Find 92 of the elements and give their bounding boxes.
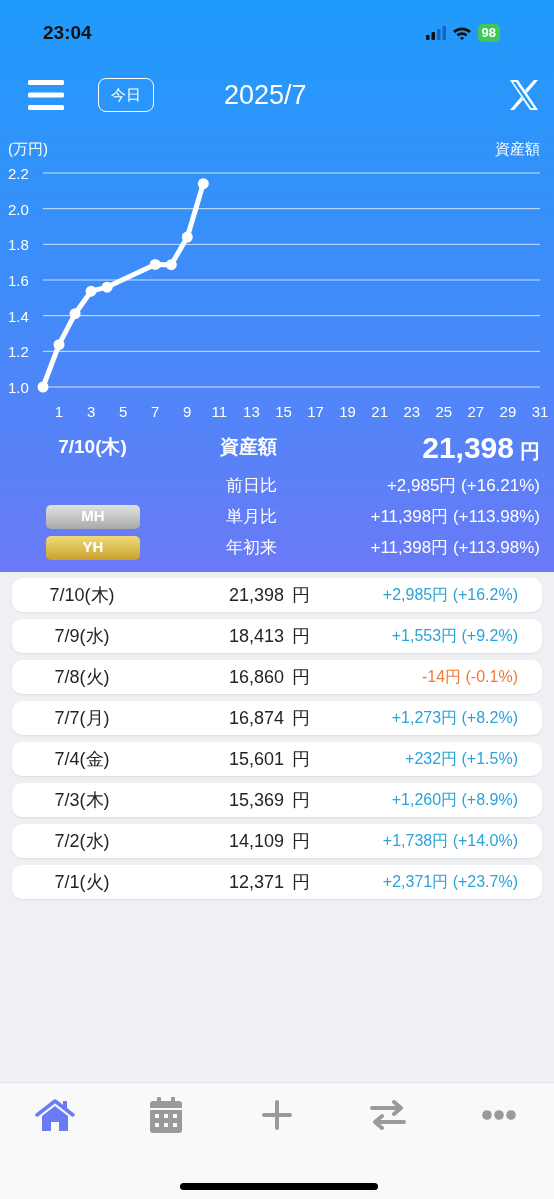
home-icon [35,1099,76,1131]
row-change: +2,985円 (+16.2%) [382,586,518,603]
more-icon [481,1110,516,1120]
comparison-value: +11,398円 (+113.98%) [369,505,540,528]
comparison-label: 単月比 [225,506,277,528]
row-date: 7/8(火) [53,665,111,689]
history-row[interactable]: 7/2(水) 14,109 円 +1,738円 (+14.0%) [12,824,542,858]
history-row[interactable]: 7/4(金) 15,601 円 +232円 (+1.5%) [12,742,542,776]
row-change: +1,260円 (+8.9%) [391,791,518,808]
data-point [197,178,209,190]
comparison-label: 年初来 [225,537,277,559]
x-tick-label: 15 [275,403,292,420]
y-tick-label: 1.6 [8,272,29,289]
unit-label: (万円) [8,139,48,159]
y-tick-label: 2.2 [8,165,29,182]
x-tick-label: 27 [467,403,485,420]
x-tick-label: 9 [183,403,192,420]
x-tick-label: 13 [243,403,260,420]
history-row[interactable]: 7/10(木) 21,398 円 +2,985円 (+16.2%) [12,578,542,612]
history-row[interactable]: 7/3(木) 15,369 円 +1,260円 (+8.9%) [12,783,542,817]
currency-unit: 円 [292,625,310,646]
x-tick-label: 17 [307,403,324,420]
plus-icon [262,1100,292,1130]
y-tick-label: 1.4 [8,307,29,325]
row-change: +1,738円 (+14.0%) [382,832,518,849]
row-amount: 18,413 [228,625,284,646]
row-date: 7/4(金) [53,747,111,771]
x-logo-button[interactable] [508,80,540,110]
x-tick-label: 21 [371,403,388,420]
row-change: +1,273円 (+8.2%) [391,709,518,726]
currency-unit: 円 [520,440,540,462]
x-tick-label: 5 [119,403,128,420]
row-amount: 16,874 [228,707,284,728]
row-date: 7/2(水) [53,829,111,853]
x-tick-label: 3 [86,403,96,420]
x-tick-label: 1 [54,403,64,420]
row-amount: 21,398 [228,584,284,605]
month-title: 2025/7 [224,78,308,112]
row-change: +2,371円 (+23.7%) [382,873,518,890]
menu-button[interactable] [28,80,64,110]
x-tick-label: 7 [151,403,160,420]
currency-unit: 円 [292,584,310,605]
row-amount: 16,860 [228,666,284,687]
asset-amount: 21,398 [422,431,514,464]
comparison-value: +2,985円 (+16.21%) [385,474,540,497]
currency-unit: 円 [292,707,310,728]
row-date: 7/3(木) [53,788,111,812]
row-change: -14円 (-0.1%) [421,668,518,685]
status-time: 23:04 [43,20,92,45]
data-point [149,259,161,270]
x-tick-label: 29 [499,403,517,420]
comparison-value: +11,398円 (+113.98%) [369,536,540,559]
currency-unit: 円 [292,789,310,810]
x-tick-label: 19 [339,403,356,420]
row-date: 7/1(火) [53,870,111,894]
row-amount: 15,601 [228,748,284,769]
y-tick-label: 1.8 [8,236,29,254]
wifi-icon [451,26,472,40]
x-tick-label: 31 [531,403,549,420]
history-row[interactable]: 7/8(火) 16,860 円 -14円 (-0.1%) [12,660,542,694]
row-date: 7/9(水) [53,624,111,648]
arrows-icon [369,1100,406,1130]
date-label: 7/10(木) [57,435,128,460]
history-row[interactable]: 7/7(月) 16,874 円 +1,273円 (+8.2%) [12,701,542,735]
row-amount: 14,109 [228,830,284,851]
row-change: +232円 (+1.5%) [405,750,518,767]
calendar-icon [150,1097,183,1133]
y-tick-label: 1.0 [8,379,29,396]
row-date: 7/10(木) [48,583,116,607]
data-point [165,259,177,271]
currency-unit: 円 [292,830,310,851]
x-tick-label: 11 [211,403,228,420]
x-tick-label: 25 [435,403,453,420]
currency-unit: 円 [292,871,310,892]
history-row[interactable]: 7/1(火) 12,371 円 +2,371円 (+23.7%) [12,865,542,899]
currency-unit: 円 [292,748,310,769]
history-row[interactable]: 7/9(水) 18,413 円 +1,553円 (+9.2%) [12,619,542,653]
row-amount: 12,371 [228,871,284,892]
battery-level: 98 [477,24,500,42]
y-tick-label: 2.0 [8,200,29,218]
row-change: +1,553円 (+9.2%) [391,627,518,644]
y-tick-label: 1.2 [8,343,29,361]
data-point [85,285,97,297]
comparison-label: 前日比 [225,475,277,497]
series-label: 資産額 [495,139,540,159]
x-tick-label: 23 [403,403,421,420]
currency-unit: 円 [292,666,310,687]
row-amount: 15,369 [228,789,284,810]
data-point [181,231,193,243]
asset-label: 資産額 [219,435,277,460]
signal-icon [425,26,446,40]
row-date: 7/7(月) [53,706,111,730]
